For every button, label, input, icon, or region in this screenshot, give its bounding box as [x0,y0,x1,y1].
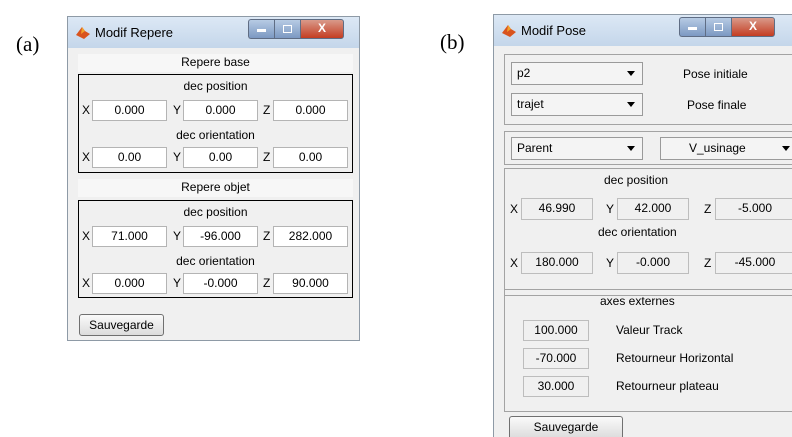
pose-ori-z-field[interactable]: -45.000 [715,252,792,274]
objet-pos-z-label: Z [263,229,271,243]
matlab-icon [76,27,90,39]
pose-position-label: dec position [604,173,669,187]
pose-initiale-label: Pose initiale [683,67,748,81]
objet-position-label: dec position [183,205,248,219]
objet-pos-y-label: Y [173,229,182,243]
figure-label-b: (b) [440,30,465,54]
repere-base-header: Repere base [78,54,353,72]
chevron-down-icon [627,71,635,76]
pose-orientation-label: dec orientation [598,225,677,239]
base-pos-z-label: Z [263,103,271,117]
matlab-icon [502,25,516,37]
pose-ori-z-label: Z [704,256,712,270]
base-ori-z-label: Z [263,150,271,164]
pose-pos-y-label: Y [606,202,615,216]
base-position-label: dec position [183,79,248,93]
chevron-down-icon [627,102,635,107]
base-pos-z-field[interactable]: 0.000 [273,100,348,121]
modif-pose-window: Modif Pose X p2 Pose initiale trajet Pos… [493,14,792,437]
objet-pos-x-label: X [82,229,91,243]
pose-pos-x-field[interactable]: 46.990 [521,198,593,220]
objet-pos-x-field[interactable]: 71.000 [92,226,167,247]
track-field[interactable]: 100.000 [523,320,589,341]
axes-externes-header: axes externes [600,294,675,308]
base-pos-y-label: Y [173,103,182,117]
repere-value: V_usinage [689,141,746,155]
plateau-label: Retourneur plateau [616,379,719,393]
pose-initiale-value: p2 [517,66,531,80]
close-icon: X [748,19,757,33]
pose-pos-y-field[interactable]: 42.000 [617,198,689,220]
close-button[interactable]: X [731,17,775,37]
pose-finale-label: Pose finale [687,98,747,112]
parent-value: Parent [517,141,553,155]
pose-ori-y-label: Y [606,256,615,270]
objet-ori-x-label: X [82,276,91,290]
objet-ori-z-label: Z [263,276,271,290]
maximize-icon [714,23,723,31]
base-ori-x-label: X [82,150,91,164]
maximize-button[interactable] [274,19,300,39]
repere-base-panel: dec position X 0.000 Y 0.000 Z 0.000 dec… [78,74,353,173]
repere-objet-header: Repere objet [78,179,353,197]
repere-objet-panel: dec position X 71.000 Y -96.000 Z 282.00… [78,200,353,298]
objet-ori-y-label: Y [173,276,182,290]
minimize-icon [257,29,266,32]
window-title: Modif Pose [521,23,587,38]
close-icon: X [317,21,326,35]
base-ori-y-label: Y [173,150,182,164]
objet-ori-x-field[interactable]: 0.000 [92,273,167,294]
axes-externes-panel: axes externes 100.000 Valeur Track -70.0… [504,289,792,412]
parent-select-panel: Parent V_usinage [504,131,792,165]
pose-ori-y-field[interactable]: -0.000 [617,252,689,274]
minimize-icon [688,27,697,30]
chevron-down-icon [782,146,790,151]
pose-ori-x-label: X [510,256,519,270]
chevron-down-icon [627,146,635,151]
pose-offset-panel: dec position X 46.990 Y 42.000 Z -5.000 … [504,168,792,296]
base-orientation-label: dec orientation [176,128,255,142]
objet-pos-y-field[interactable]: -96.000 [183,226,258,247]
title-bar: Modif Pose X [494,15,792,46]
objet-orientation-label: dec orientation [176,254,255,268]
parent-dropdown[interactable]: Parent [511,137,643,160]
sauvegarde-button[interactable]: Sauvegarde [79,314,164,336]
maximize-button[interactable] [705,17,731,37]
sauvegarde-button[interactable]: Sauvegarde [509,416,623,437]
plateau-field[interactable]: 30.000 [523,376,589,397]
objet-pos-z-field[interactable]: 282.000 [273,226,348,247]
repere-dropdown[interactable]: V_usinage [660,137,792,160]
window-title: Modif Repere [95,25,174,40]
objet-ori-z-field[interactable]: 90.000 [273,273,348,294]
base-ori-x-field[interactable]: 0.00 [92,147,167,168]
pose-finale-dropdown[interactable]: trajet [511,93,643,116]
modif-repere-window: Modif Repere X Repere base dec position … [67,16,360,341]
horizontal-label: Retourneur Horizontal [616,351,734,365]
title-bar: Modif Repere X [68,17,359,48]
objet-ori-y-field[interactable]: -0.000 [183,273,258,294]
pose-pos-z-field[interactable]: -5.000 [715,198,792,220]
minimize-button[interactable] [679,17,705,37]
horizontal-field[interactable]: -70.000 [523,348,589,369]
pose-select-panel: p2 Pose initiale trajet Pose finale [504,54,792,125]
pose-finale-value: trajet [517,97,544,111]
track-label: Valeur Track [616,323,683,337]
base-ori-y-field[interactable]: 0.00 [183,147,258,168]
base-ori-z-field[interactable]: 0.00 [273,147,348,168]
close-button[interactable]: X [300,19,344,39]
pose-initiale-dropdown[interactable]: p2 [511,62,643,85]
maximize-icon [283,25,292,33]
pose-pos-z-label: Z [704,202,712,216]
base-pos-y-field[interactable]: 0.000 [183,100,258,121]
minimize-button[interactable] [248,19,274,39]
base-pos-x-field[interactable]: 0.000 [92,100,167,121]
pose-pos-x-label: X [510,202,519,216]
base-pos-x-label: X [82,103,91,117]
pose-ori-x-field[interactable]: 180.000 [521,252,593,274]
figure-label-a: (a) [16,32,40,56]
